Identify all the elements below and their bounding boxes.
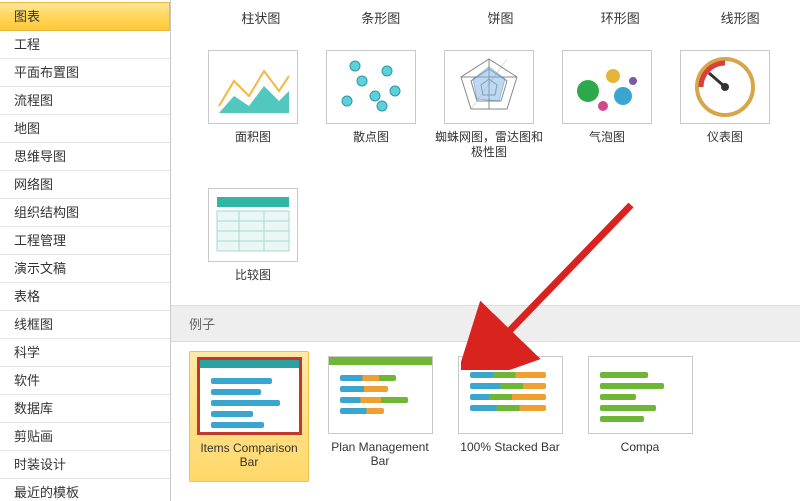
area-chart-template[interactable]: 面积图 [194, 50, 312, 160]
chart-type-row2: 面积图 散点图 [194, 50, 800, 160]
sidebar-item-floorplan[interactable]: 平面布置图 [0, 59, 170, 87]
sidebar-item-engineering[interactable]: 工程 [0, 31, 170, 59]
area-chart-icon [208, 50, 298, 124]
radar-chart-icon [444, 50, 534, 124]
gauge-chart-template[interactable]: 仪表图 [666, 50, 784, 160]
sidebar-item-table[interactable]: 表格 [0, 283, 170, 311]
example-100-stacked-bar[interactable]: 100% Stacked Bar [451, 356, 569, 482]
sidebar-item-recent[interactable]: 最近的模板 [0, 479, 170, 501]
sidebar-item-project[interactable]: 工程管理 [0, 227, 170, 255]
radar-chart-template[interactable]: 蜘蛛网图，雷达图和极性图 [430, 50, 548, 160]
sidebar-item-flowchart[interactable]: 流程图 [0, 87, 170, 115]
sidebar-item-wireframe[interactable]: 线框图 [0, 311, 170, 339]
bubble-chart-template[interactable]: 气泡图 [548, 50, 666, 160]
sidebar-item-clipart[interactable]: 剪贴画 [0, 423, 170, 451]
template-gallery: 柱状图 条形图 饼图 环形图 线形图 面积图 [171, 0, 800, 501]
comparison-chart-icon [208, 188, 298, 262]
sidebar-item-network[interactable]: 网络图 [0, 171, 170, 199]
gauge-chart-icon [680, 50, 770, 124]
comparison-chart-template[interactable]: 比较图 [194, 188, 312, 283]
sidebar-item-science[interactable]: 科学 [0, 339, 170, 367]
sidebar-item-charts[interactable]: 图表 [0, 2, 170, 31]
sidebar-item-software[interactable]: 软件 [0, 367, 170, 395]
examples-section-title: 例子 [171, 305, 800, 342]
sidebar-item-map[interactable]: 地图 [0, 115, 170, 143]
chart-type-row1-labels: 柱状图 条形图 饼图 环形图 线形图 [201, 6, 800, 28]
examples-row: Items Comparison Bar Plan Management Bar [189, 356, 800, 482]
example-items-comparison-bar[interactable]: Items Comparison Bar [189, 351, 309, 482]
sidebar-item-mindmap[interactable]: 思维导图 [0, 143, 170, 171]
sidebar-item-fashion[interactable]: 时装设计 [0, 451, 170, 479]
sidebar-item-database[interactable]: 数据库 [0, 395, 170, 423]
label-line-chart: 线形图 [680, 8, 800, 27]
scatter-chart-icon [326, 50, 416, 124]
label-donut-chart: 环形图 [560, 8, 680, 27]
sidebar-item-orgchart[interactable]: 组织结构图 [0, 199, 170, 227]
example-thumb-icon [197, 357, 302, 435]
example-thumb-icon [588, 356, 693, 434]
example-plan-management-bar[interactable]: Plan Management Bar [321, 356, 439, 482]
example-thumb-icon [328, 356, 433, 434]
example-thumb-icon [458, 356, 563, 434]
sidebar-item-presentation[interactable]: 演示文稿 [0, 255, 170, 283]
bubble-chart-icon [562, 50, 652, 124]
chart-type-row3: 比较图 [194, 188, 800, 283]
scatter-chart-template[interactable]: 散点图 [312, 50, 430, 160]
category-sidebar: 图表 工程 平面布置图 流程图 地图 思维导图 网络图 组织结构图 工程管理 演… [0, 0, 171, 501]
label-column-chart: 柱状图 [201, 8, 321, 27]
example-comparison-bar[interactable]: Compa [581, 356, 699, 482]
label-bar-chart: 条形图 [321, 8, 441, 27]
label-pie-chart: 饼图 [441, 8, 561, 27]
